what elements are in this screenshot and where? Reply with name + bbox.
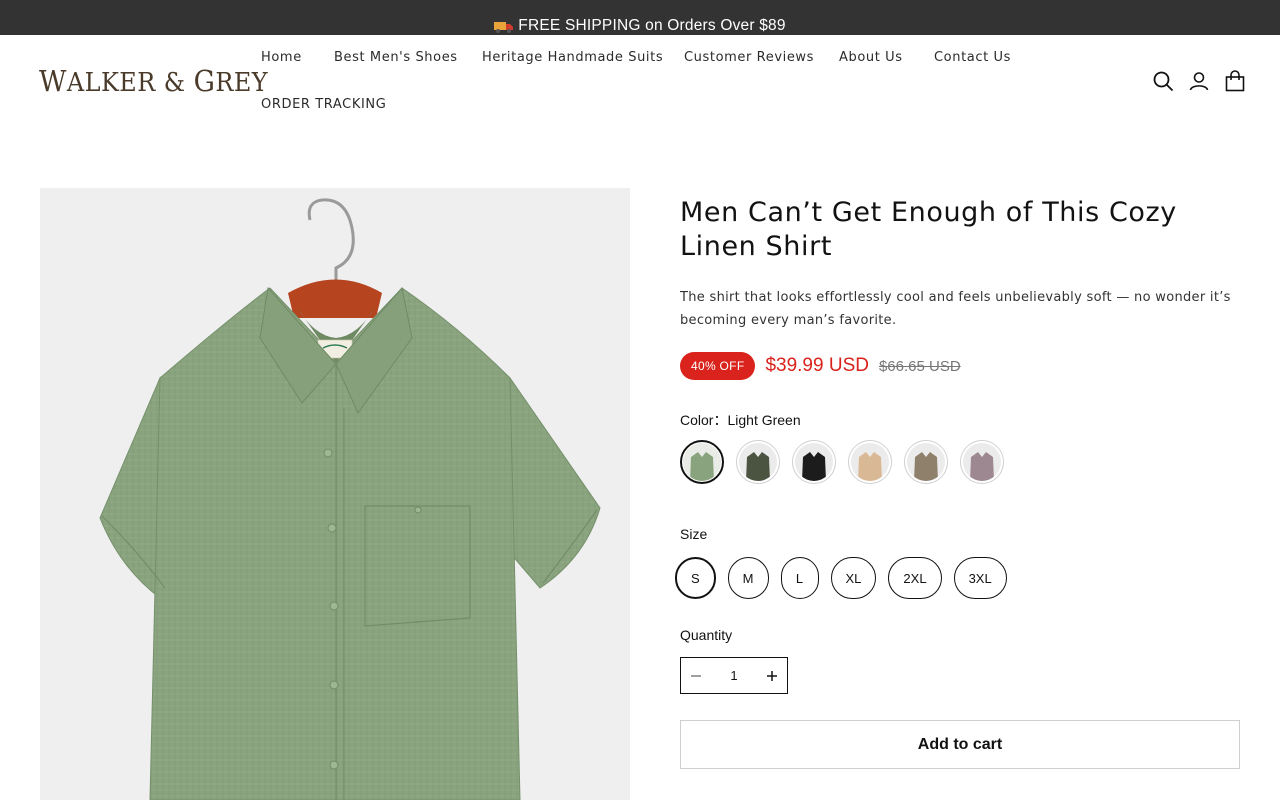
swatch-image: [683, 443, 721, 481]
swatch-image: [795, 443, 833, 481]
discount-badge: 40% OFF: [680, 352, 756, 380]
announcement-bar: FREE SHIPPING on Orders Over $89: [0, 0, 1280, 35]
swatch-image: [739, 443, 777, 481]
decrease-quantity-button[interactable]: [681, 658, 711, 693]
color-swatches: [680, 440, 1004, 484]
increase-quantity-button[interactable]: [757, 658, 787, 693]
logo-text: REY: [215, 68, 269, 98]
size-option-3xl[interactable]: 3XL: [953, 557, 1007, 599]
nav-home[interactable]: Home: [261, 50, 302, 65]
shirt-image: [99, 198, 601, 800]
swatch-image: [851, 443, 889, 481]
logo-letter: W: [39, 64, 67, 98]
selected-color: Light Green: [727, 412, 801, 428]
add-to-cart-button[interactable]: Add to cart: [680, 720, 1240, 769]
nav-customer-reviews[interactable]: Customer Reviews: [684, 50, 814, 65]
nav-about-us[interactable]: About Us: [839, 50, 903, 65]
quantity-input[interactable]: 1: [730, 668, 737, 683]
product-title: Men Can’t Get Enough of This Cozy Linen …: [680, 197, 1177, 262]
nav-contact-us[interactable]: Contact Us: [934, 50, 1011, 65]
announcement-text: FREE SHIPPING on Orders Over $89: [518, 16, 786, 34]
swatch-light-green[interactable]: [680, 440, 724, 484]
product-image[interactable]: [40, 188, 630, 800]
cart-icon[interactable]: [1224, 69, 1246, 93]
size-option-m[interactable]: M: [727, 557, 769, 599]
truck-icon: [494, 21, 514, 33]
swatch-brown-grey[interactable]: [904, 440, 948, 484]
size-option-xl[interactable]: XL: [830, 557, 877, 599]
swatch-mauve[interactable]: [960, 440, 1004, 484]
product-info: Men Can’t Get Enough of This Cozy Linen …: [680, 196, 1240, 332]
color-label-text: Color：: [680, 412, 728, 428]
price-row: 40% OFF $39.99 USD $66.65 USD: [680, 352, 961, 380]
product-description: The shirt that looks effortlessly cool a…: [680, 290, 1231, 328]
quantity-label: Quantity: [680, 627, 733, 643]
brand-logo[interactable]: WALKER & GREY: [39, 64, 268, 98]
nav-order-tracking[interactable]: ORDER TRACKING: [261, 97, 386, 112]
swatch-image: [963, 443, 1001, 481]
compare-price: $66.65 USD: [878, 357, 961, 375]
size-option-2xl[interactable]: 2XL: [888, 557, 942, 599]
size-option-l[interactable]: L: [780, 557, 819, 599]
logo-text: ALKER &: [66, 68, 194, 98]
swatch-black[interactable]: [792, 440, 836, 484]
size-label: Size: [680, 526, 708, 542]
announcement-content: FREE SHIPPING on Orders Over $89: [494, 16, 786, 35]
site-header: WALKER & GREY Home Best Men's Shoes Heri…: [0, 35, 1280, 155]
search-icon[interactable]: [1152, 69, 1174, 93]
minus-icon: [691, 674, 701, 677]
swatch-image: [907, 443, 945, 481]
swatch-khaki[interactable]: [848, 440, 892, 484]
account-icon[interactable]: [1188, 69, 1210, 93]
color-label: Color：Light Green: [680, 410, 801, 430]
logo-letter: G: [193, 64, 216, 98]
sale-price: $39.99 USD: [765, 355, 869, 376]
quantity-stepper: 1: [680, 657, 788, 694]
header-icons: [1152, 69, 1246, 93]
size-options: S M L XL 2XL 3XL: [675, 557, 1007, 599]
swatch-dark-green[interactable]: [736, 440, 780, 484]
nav-best-mens-shoes[interactable]: Best Men's Shoes: [334, 50, 458, 65]
nav-heritage-handmade-suits[interactable]: Heritage Handmade Suits: [482, 50, 663, 65]
plus-icon: [766, 670, 777, 681]
size-option-s[interactable]: S: [675, 557, 716, 599]
